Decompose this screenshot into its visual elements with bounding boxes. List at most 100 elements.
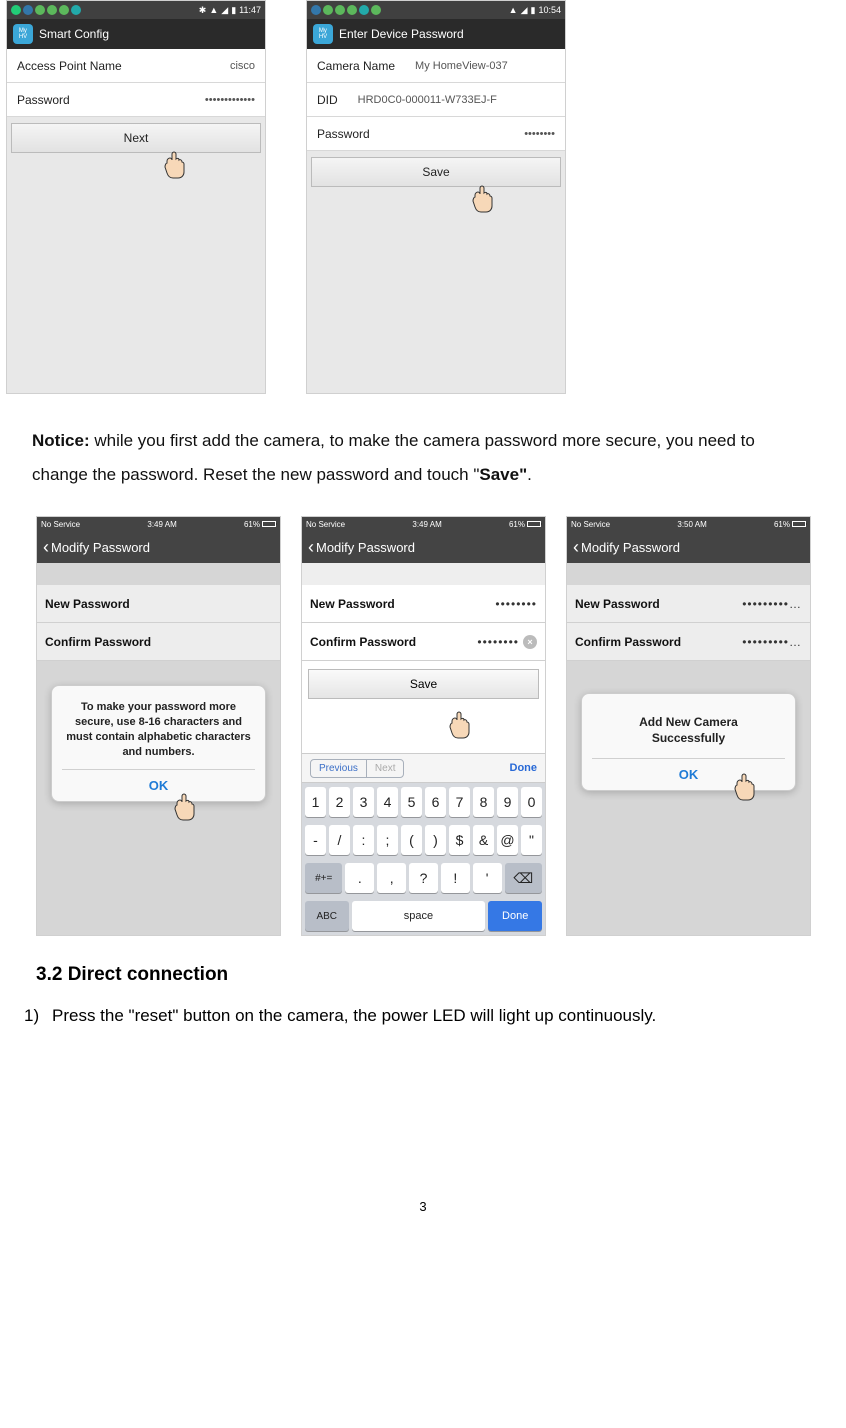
confirm-password-row[interactable]: Confirm Password	[37, 623, 280, 661]
notice-text-1: while you first add the camera, to make …	[32, 431, 755, 484]
screenshot-row-1: ✱ ▲ ◢ ▮ 11:47 MyHV Smart Config Access P…	[0, 0, 846, 394]
clear-icon[interactable]: ×	[523, 635, 537, 649]
battery-pct: 61%	[244, 520, 260, 529]
confirm-password-row[interactable]: Confirm Password •••••••• ×	[302, 623, 545, 661]
done-button[interactable]: Done	[510, 762, 538, 774]
battery-area: 61%	[244, 520, 276, 529]
battery-icon: ▮	[231, 5, 236, 16]
key[interactable]: ,	[377, 863, 406, 893]
new-password-row[interactable]: New Password •••••••••…	[567, 585, 810, 623]
status-left-icons	[11, 5, 81, 15]
password-value[interactable]: •••••••••••••	[70, 94, 255, 106]
key[interactable]: @	[497, 825, 518, 855]
did-label: DID	[317, 93, 338, 107]
clock-text: 10:54	[538, 5, 561, 15]
back-icon[interactable]: ‹	[43, 537, 49, 558]
nav-title: Modify Password	[316, 540, 415, 555]
new-password-label: New Password	[310, 597, 395, 611]
backspace-key[interactable]: ⌫	[505, 863, 542, 893]
camera-name-label: Camera Name	[317, 59, 395, 73]
back-icon[interactable]: ‹	[308, 537, 314, 558]
confirm-password-row[interactable]: Confirm Password •••••••••…	[567, 623, 810, 661]
key[interactable]: "	[521, 825, 542, 855]
next-button-label: Next	[124, 131, 149, 145]
screenshot-row-2: No Service 3:49 AM 61% ‹ Modify Password…	[0, 516, 846, 936]
battery-icon	[527, 521, 541, 527]
android-status-bar: ▲ ◢ ▮ 10:54	[307, 1, 565, 19]
screenshot-modify-pw-success: No Service 3:50 AM 61% ‹ Modify Password…	[566, 516, 811, 936]
screen-title: Smart Config	[39, 27, 109, 41]
confirm-password-value: ••••••••	[416, 635, 519, 649]
confirm-password-label: Confirm Password	[575, 635, 681, 649]
battery-pct: 61%	[774, 520, 790, 529]
key[interactable]: 7	[449, 787, 470, 817]
password-label: Password	[17, 93, 70, 107]
next-button[interactable]: Next	[367, 760, 404, 777]
confirm-password-label: Confirm Password	[45, 635, 151, 649]
touch-hand-icon	[167, 785, 207, 825]
prev-next-segment: Previous Next	[310, 759, 404, 778]
next-button[interactable]: Next	[11, 123, 261, 153]
notification-icon	[59, 5, 69, 15]
save-button[interactable]: Save	[311, 157, 561, 187]
key[interactable]: !	[441, 863, 470, 893]
key[interactable]: '	[473, 863, 502, 893]
nav-bar: ‹ Modify Password	[37, 531, 280, 563]
key[interactable]: )	[425, 825, 446, 855]
android-status-bar: ✱ ▲ ◢ ▮ 11:47	[7, 1, 265, 19]
kb-row-4: ABC space Done	[302, 897, 545, 935]
section-heading: 3.2 Direct connection	[0, 936, 846, 986]
mode-key[interactable]: #+=	[305, 863, 342, 893]
step-1: 1) Press the "reset" button on the camer…	[0, 986, 846, 1029]
key[interactable]: .	[345, 863, 374, 893]
screen-title-bar: MyHV Enter Device Password	[307, 19, 565, 49]
notification-icon	[347, 5, 357, 15]
key[interactable]: /	[329, 825, 350, 855]
key[interactable]: 4	[377, 787, 398, 817]
key[interactable]: 2	[329, 787, 350, 817]
touch-hand-icon	[442, 703, 482, 743]
new-password-row[interactable]: New Password	[37, 585, 280, 623]
key[interactable]: ;	[377, 825, 398, 855]
key[interactable]: 9	[497, 787, 518, 817]
space-key[interactable]: space	[352, 901, 486, 931]
key[interactable]: $	[449, 825, 470, 855]
nav-bar: ‹ Modify Password	[302, 531, 545, 563]
notice-save-bold: Save"	[479, 465, 527, 484]
apn-value[interactable]: cisco	[122, 60, 255, 72]
clock-text: 3:49 AM	[147, 520, 176, 529]
save-button[interactable]: Save	[308, 669, 539, 699]
done-key[interactable]: Done	[488, 901, 542, 931]
abc-key[interactable]: ABC	[305, 901, 349, 931]
did-row: DID HRD0C0-000011-W733EJ-F	[307, 83, 565, 117]
ok-button[interactable]: OK	[62, 769, 255, 801]
key[interactable]: 3	[353, 787, 374, 817]
ios-status-bar: No Service 3:49 AM 61%	[302, 517, 545, 531]
document-page: ✱ ▲ ◢ ▮ 11:47 MyHV Smart Config Access P…	[0, 0, 846, 1224]
notification-icon	[47, 5, 57, 15]
kb-row-1: 1 2 3 4 5 6 7 8 9 0	[302, 783, 545, 821]
key[interactable]: &	[473, 825, 494, 855]
key[interactable]: -	[305, 825, 326, 855]
key[interactable]: (	[401, 825, 422, 855]
ios-status-bar: No Service 3:50 AM 61%	[567, 517, 810, 531]
key[interactable]: 0	[521, 787, 542, 817]
key[interactable]: ?	[409, 863, 438, 893]
notification-icon	[371, 5, 381, 15]
key[interactable]: 1	[305, 787, 326, 817]
prev-button[interactable]: Previous	[311, 760, 367, 777]
key[interactable]: 6	[425, 787, 446, 817]
popup-message: Add New Camera Successfully	[592, 704, 785, 758]
signal-icon: ◢	[521, 5, 528, 16]
battery-area: 61%	[509, 520, 541, 529]
back-icon[interactable]: ‹	[573, 537, 579, 558]
popup-message: To make your password more secure, use 8…	[62, 696, 255, 769]
key[interactable]: :	[353, 825, 374, 855]
screen-title-bar: MyHV Smart Config	[7, 19, 265, 49]
key[interactable]: 5	[401, 787, 422, 817]
new-password-row[interactable]: New Password ••••••••	[302, 585, 545, 623]
carrier-text: No Service	[41, 520, 80, 529]
key[interactable]: 8	[473, 787, 494, 817]
camera-name-value[interactable]: My HomeView-037	[395, 60, 555, 72]
password-value[interactable]: ••••••••	[370, 128, 555, 140]
